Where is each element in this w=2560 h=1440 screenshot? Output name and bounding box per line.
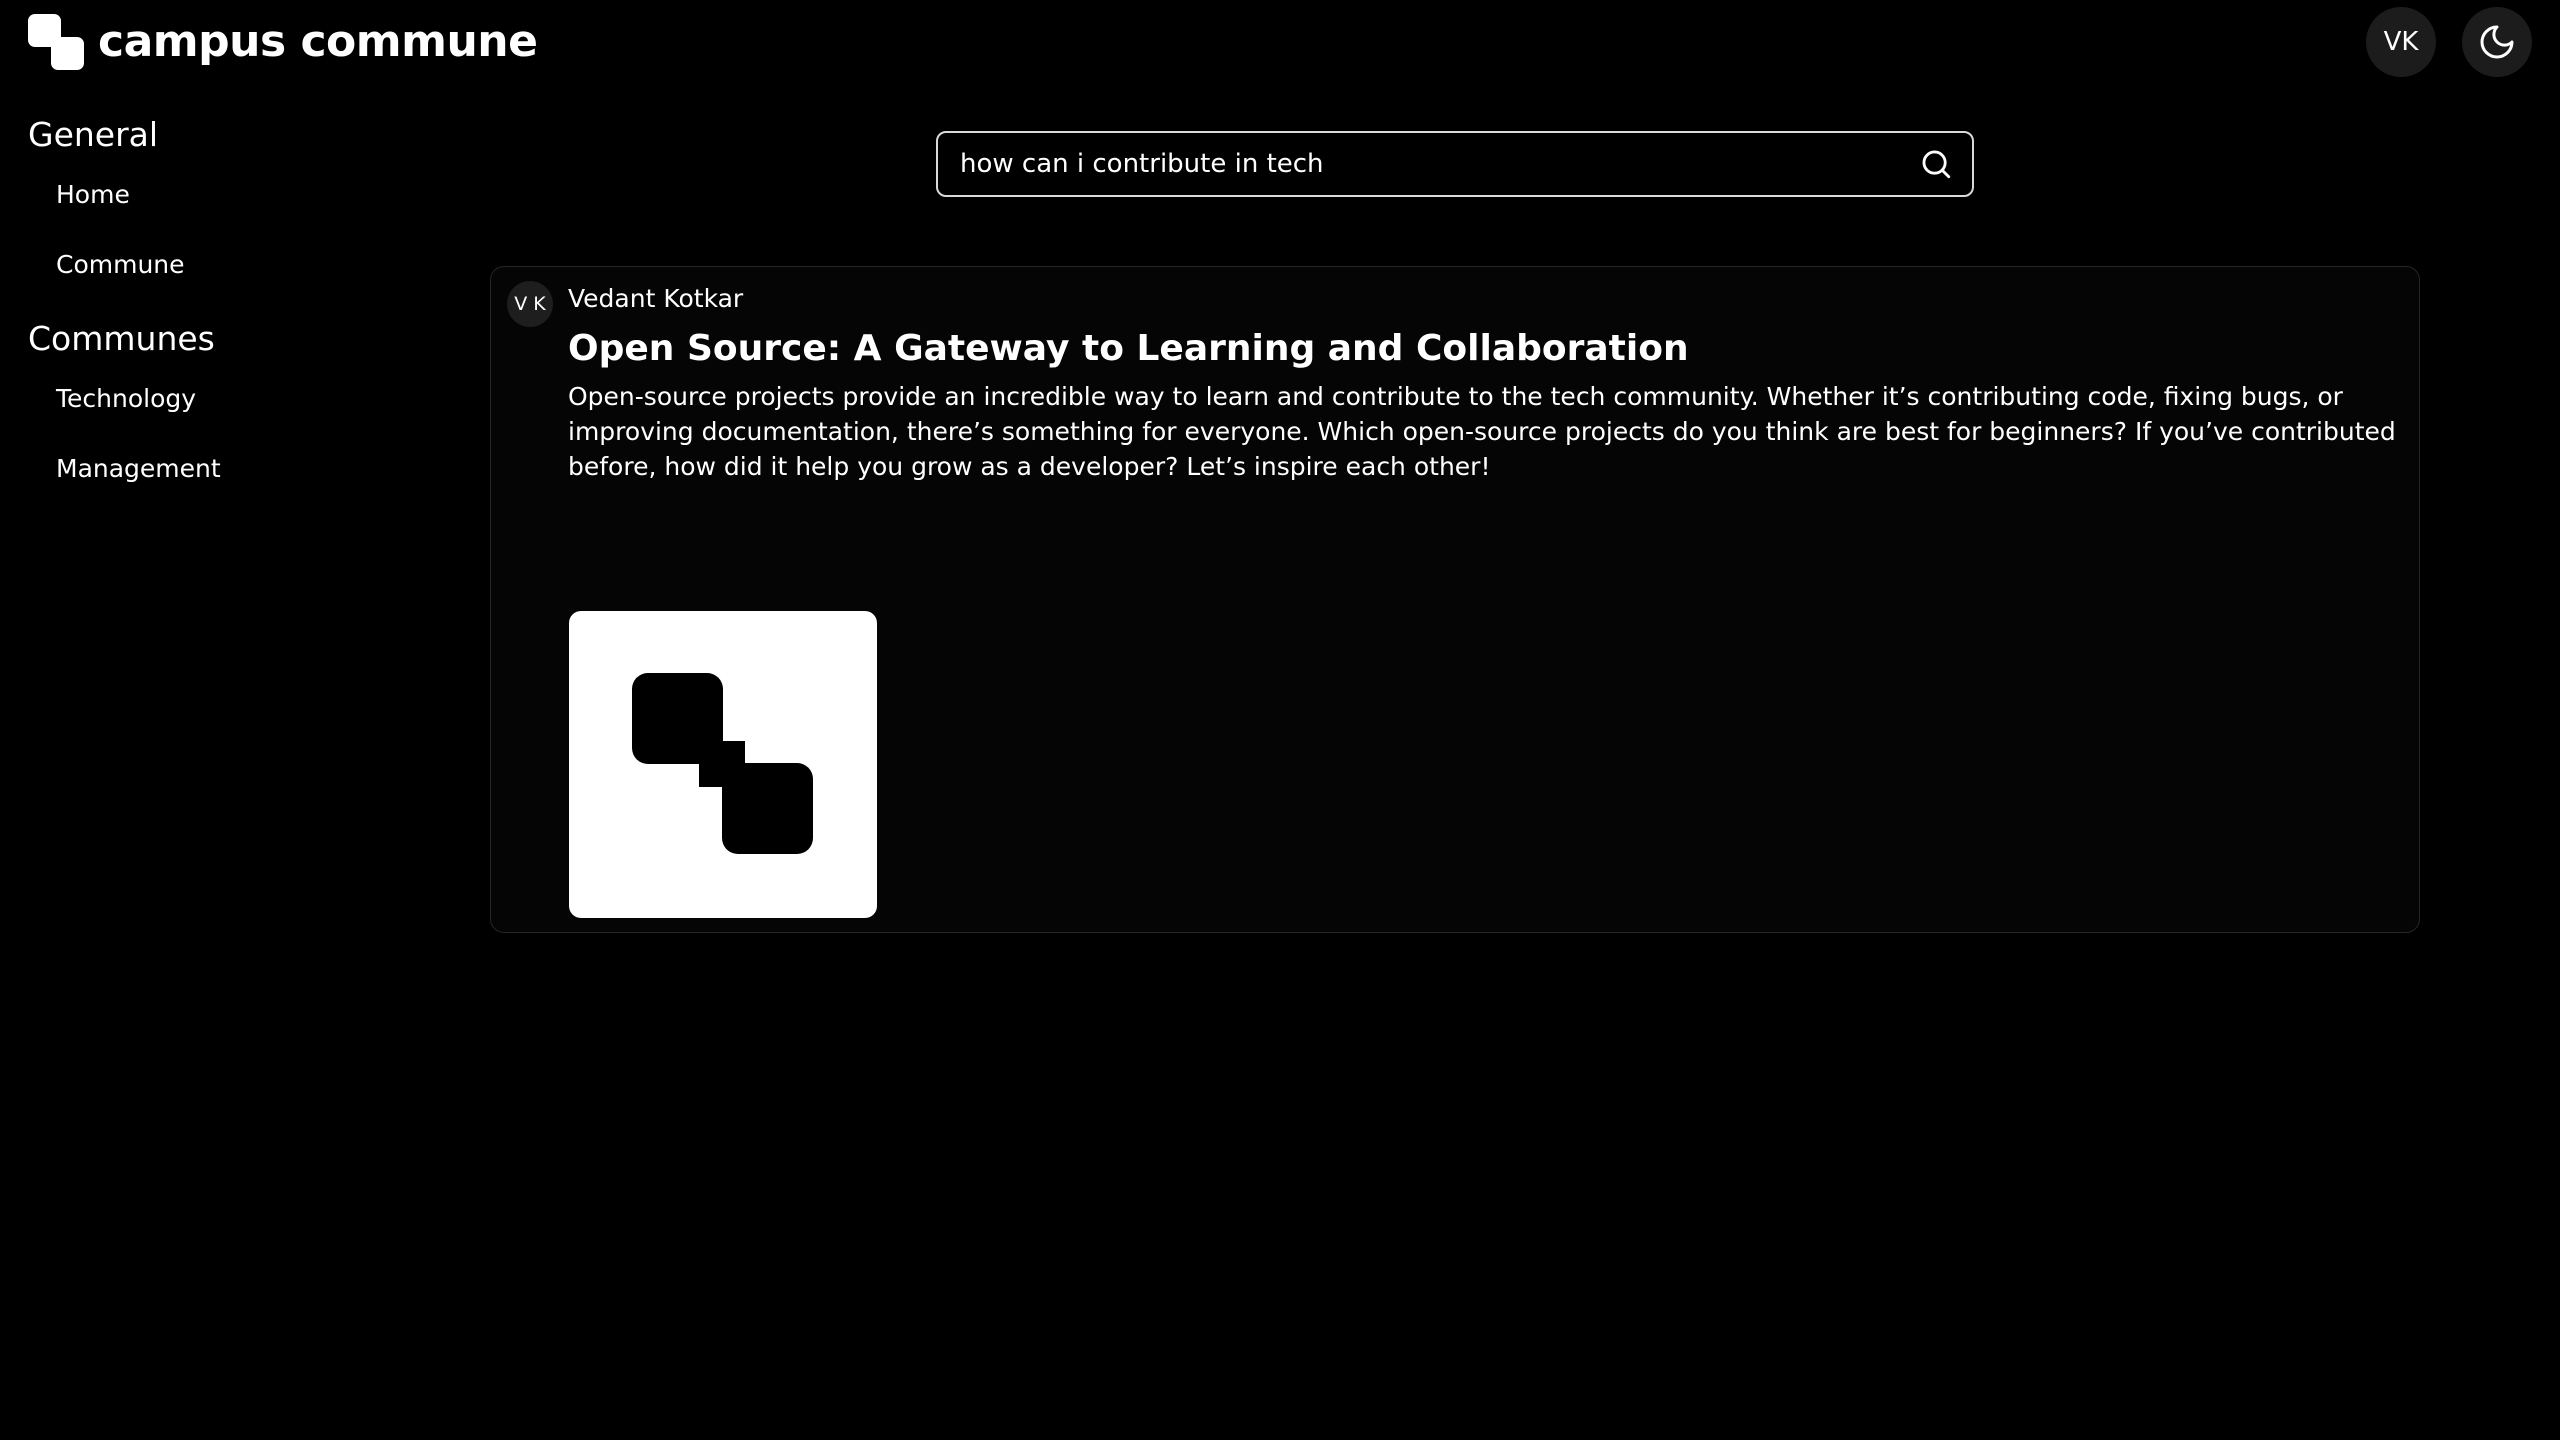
search-button[interactable] xyxy=(1906,134,1966,194)
user-avatar-button[interactable]: VK xyxy=(2366,7,2436,77)
app-logo[interactable]: campus commune xyxy=(28,14,538,70)
author-avatar[interactable]: V K xyxy=(507,281,553,327)
sidebar-section-title: Communes xyxy=(28,319,215,358)
post-title[interactable]: Open Source: A Gateway to Learning and C… xyxy=(568,325,1689,373)
sidebar-item-commune[interactable]: Commune xyxy=(28,230,448,300)
moon-icon xyxy=(2480,25,2514,59)
sidebar-item-technology[interactable]: Technology xyxy=(28,364,448,434)
sidebar-section-communes: Communes Technology Management xyxy=(28,314,448,504)
search-bar xyxy=(936,131,1974,197)
theme-toggle-button[interactable] xyxy=(2462,7,2532,77)
sidebar: General Home Commune Communes Technology… xyxy=(28,110,448,518)
app-name: campus commune xyxy=(98,16,538,67)
sidebar-item-management[interactable]: Management xyxy=(28,434,448,504)
search-input[interactable] xyxy=(938,133,1906,195)
post-image[interactable] xyxy=(569,611,877,918)
sidebar-section-title: General xyxy=(28,115,159,154)
sidebar-item-home[interactable]: Home xyxy=(28,160,448,230)
author-name[interactable]: Vedant Kotkar xyxy=(568,281,743,317)
logo-icon xyxy=(28,14,84,70)
post-card[interactable]: V K Vedant Kotkar Open Source: A Gateway… xyxy=(490,266,2420,933)
sidebar-section-general: General Home Commune xyxy=(28,110,448,300)
post-body: Open-source projects provide an incredib… xyxy=(568,382,2396,481)
search-icon xyxy=(1922,150,1951,179)
